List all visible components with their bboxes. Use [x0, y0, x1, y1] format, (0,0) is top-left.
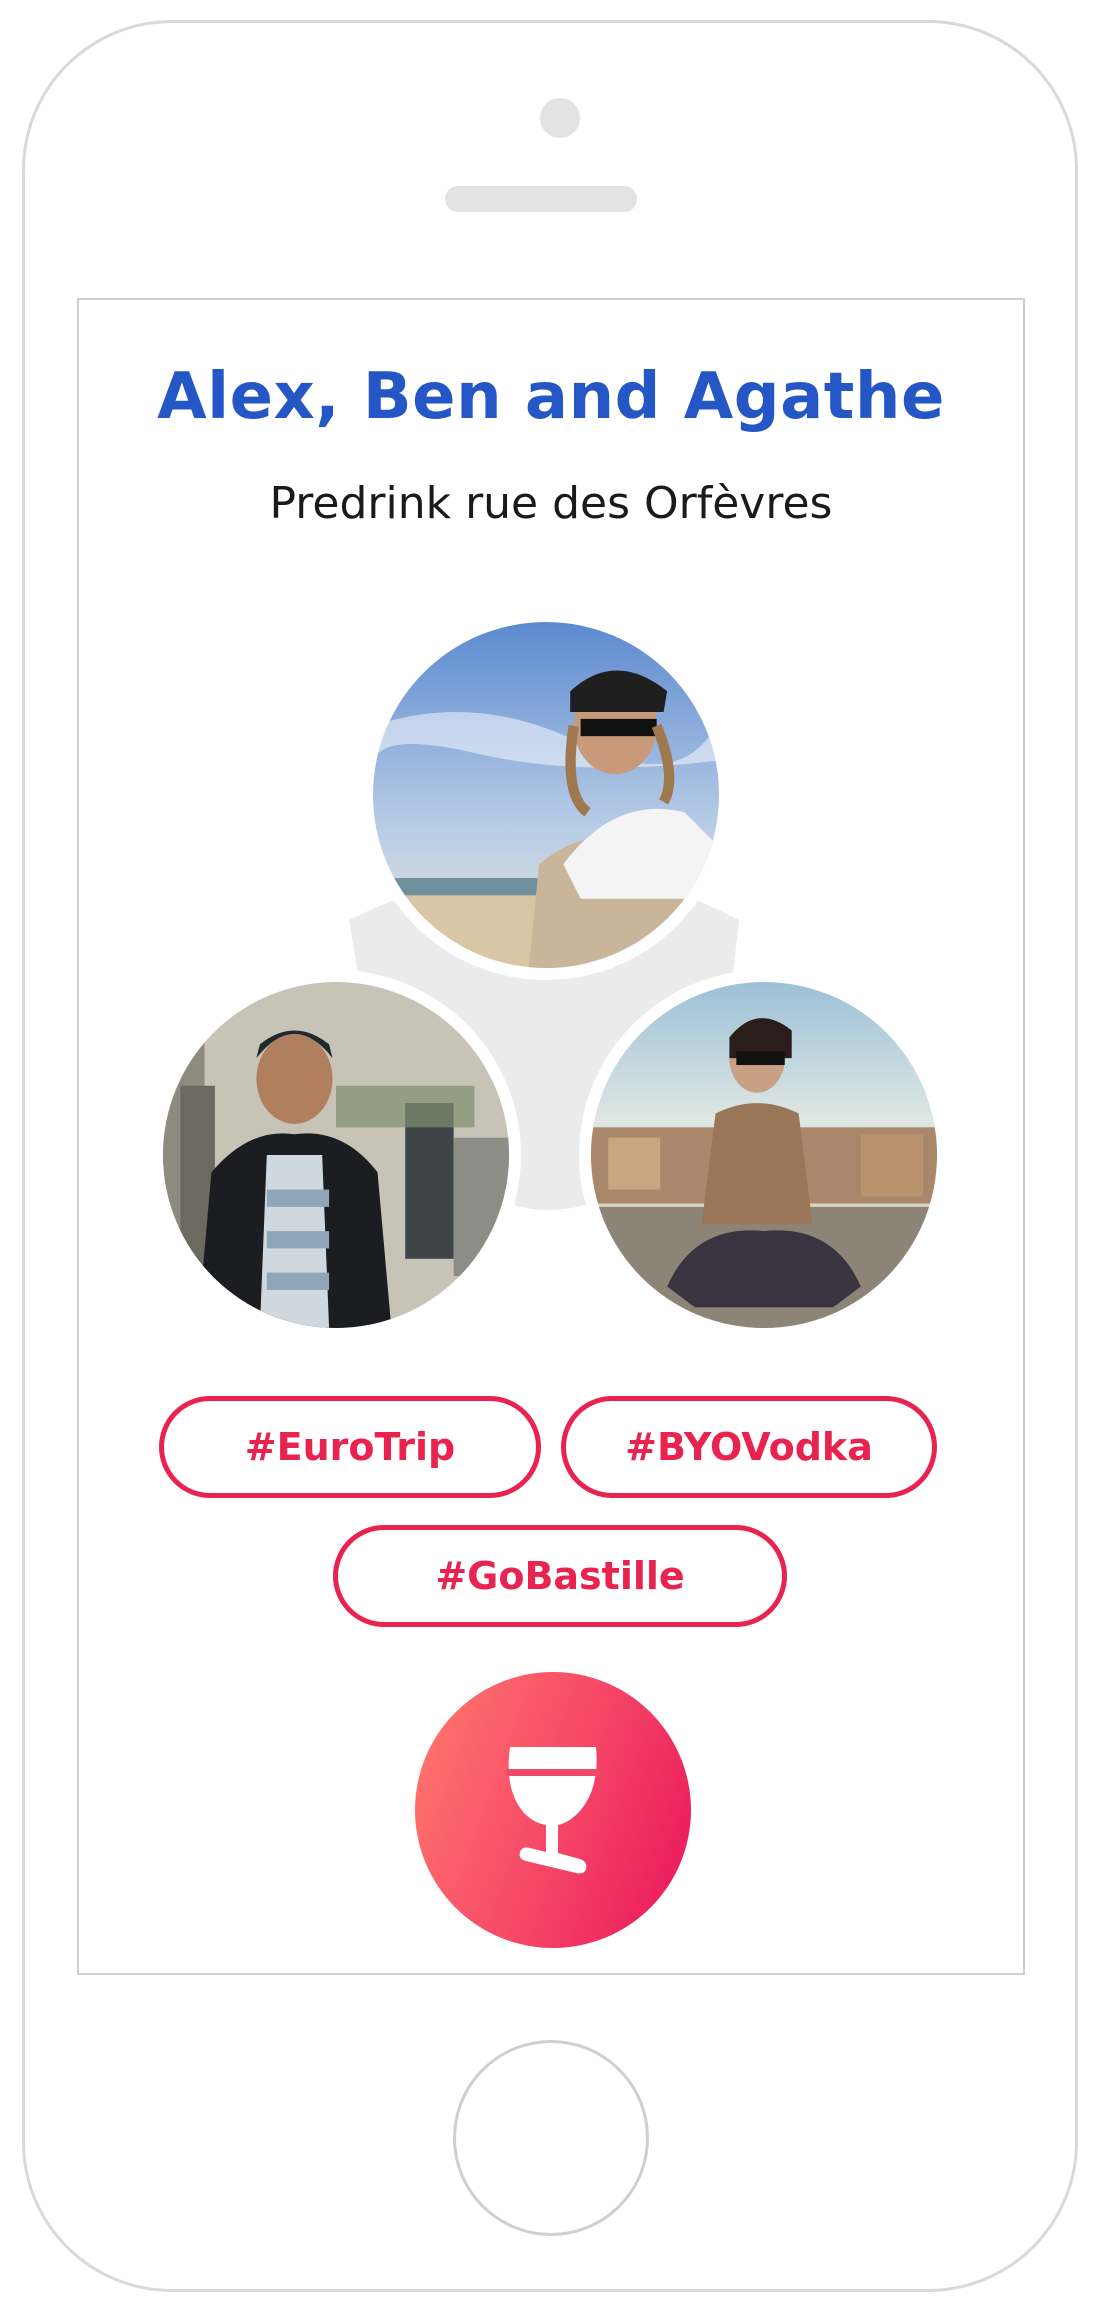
tag-gobastille[interactable]: #GoBastille: [333, 1525, 787, 1627]
person-photo-city: [163, 982, 509, 1328]
drink-button[interactable]: [415, 1672, 691, 1948]
app-screen: Alex, Ben and Agathe Predrink rue des Or…: [77, 298, 1025, 1975]
avatar-city[interactable]: [151, 970, 521, 1340]
front-camera: [540, 98, 580, 138]
home-button[interactable]: [453, 2040, 649, 2236]
tag-byovodka[interactable]: #BYOVodka: [561, 1396, 937, 1498]
person-photo-rooftop: [591, 982, 937, 1328]
avatar-beach[interactable]: [361, 610, 731, 980]
person-photo-beach: [373, 622, 719, 968]
wine-glass-icon: [506, 1747, 600, 1874]
avatar-rooftop[interactable]: [579, 970, 949, 1340]
phone-frame: Alex, Ben and Agathe Predrink rue des Or…: [22, 20, 1078, 2292]
tag-eurotrip[interactable]: #EuroTrip: [159, 1396, 541, 1498]
earpiece-speaker: [445, 186, 637, 212]
